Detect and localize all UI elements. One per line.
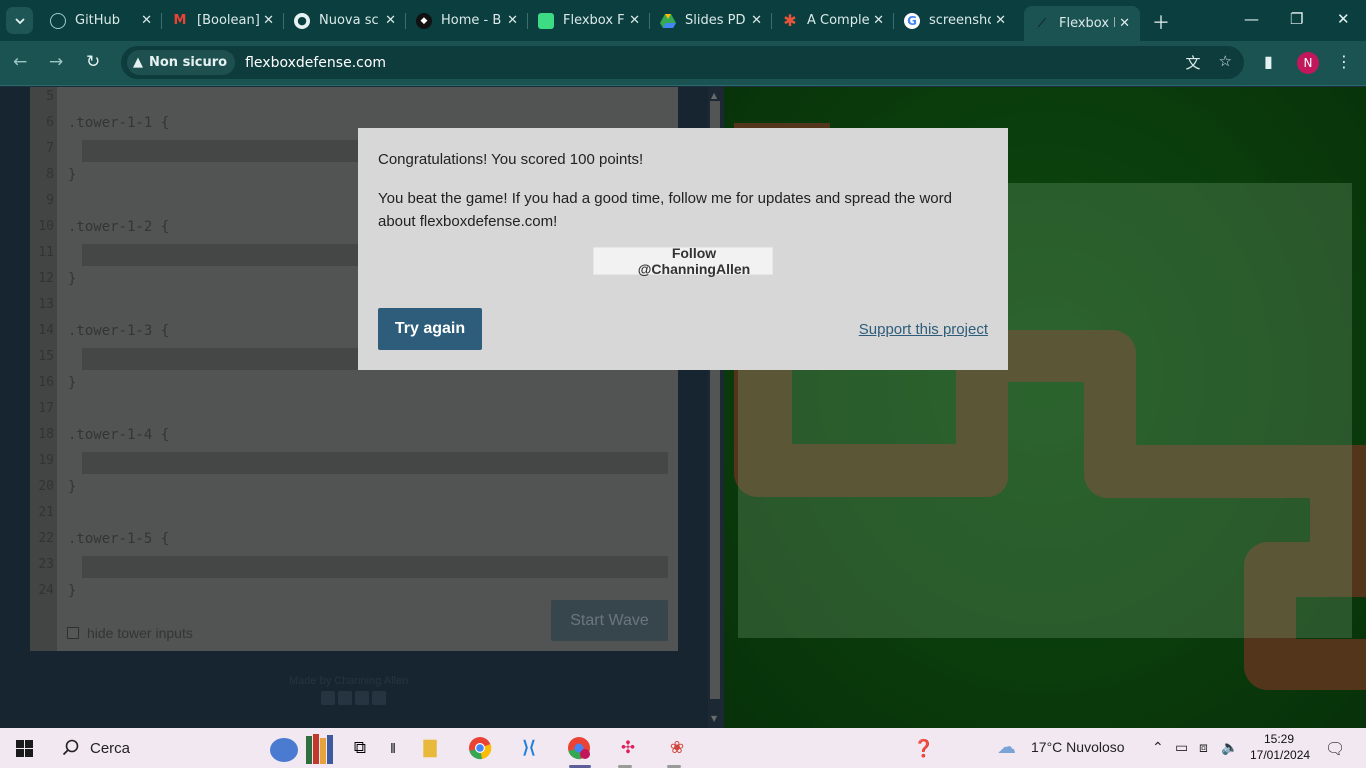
clock-time: 15:29 [1263, 732, 1295, 746]
clock-date: 17/01/2024 [1250, 748, 1311, 762]
game-over-dialog: Congratulations! You scored 100 points! … [358, 128, 1008, 370]
close-icon[interactable]: ✕ [141, 13, 152, 28]
google-drive-icon [660, 13, 676, 29]
try-again-button[interactable]: Try again [378, 308, 482, 350]
follow-twitter-button[interactable]: Follow @ChanningAllen [593, 245, 773, 277]
windows-taskbar: Cerca ⧉ ‖ ▇ ⟩⟨ ✣ ❀ ❓ ☁ 17°C Nuvoloso ⌃ ▭… [0, 728, 1366, 768]
browser-toolbar: ← → ↻ ▲ Non sicuro flexboxdefense.com 文 … [0, 41, 1366, 86]
show-hidden-icons-chevron-icon[interactable]: ⌃ [1152, 739, 1164, 756]
windows-start-icon[interactable] [16, 740, 33, 757]
translate-icon[interactable]: 文 [1186, 52, 1201, 73]
new-tab-button[interactable]: ＋ [1152, 9, 1170, 35]
restore-button[interactable]: ❐ [1290, 10, 1303, 28]
address-bar[interactable]: ▲ Non sicuro flexboxdefense.com 文 ☆ [121, 46, 1244, 79]
security-label: Non sicuro [149, 55, 228, 70]
close-icon[interactable]: ✕ [629, 13, 640, 28]
gmail-icon: M [173, 13, 187, 28]
close-icon[interactable]: ✕ [1119, 16, 1130, 31]
github-icon [50, 12, 66, 29]
weather-text[interactable]: 17°C Nuvoloso [1031, 739, 1125, 755]
reload-button[interactable]: ↻ [86, 52, 100, 72]
books-illustration-icon [270, 734, 333, 764]
menu-kebab-icon[interactable]: ⋮ [1336, 52, 1352, 71]
task-view-icon[interactable]: ⧉ [347, 735, 373, 761]
chrome-taskbar-icon[interactable] [467, 735, 493, 761]
tab-title: Flexbox F [563, 13, 625, 28]
chrome-profile-taskbar-icon[interactable] [566, 735, 592, 761]
url-text[interactable]: flexboxdefense.com [245, 55, 386, 71]
app-launcher-icon[interactable]: ❀ [664, 735, 690, 761]
google-icon: G [904, 12, 920, 29]
close-window-button[interactable]: ✕ [1337, 10, 1350, 28]
file-explorer-icon[interactable]: ▇ [417, 735, 443, 761]
tab-title: Nuova sc [319, 13, 379, 28]
bookmark-star-icon[interactable]: ☆ [1219, 52, 1232, 73]
tab-title: [Boolean] [197, 13, 259, 28]
tab-home-boolean[interactable]: ◆ Home - B ✕ [406, 6, 528, 35]
tab-nuova-scheda[interactable]: ● Nuova sc ✕ [284, 6, 406, 35]
tab-title: A Comple [807, 13, 869, 28]
slack-icon[interactable]: ✣ [615, 735, 641, 761]
search-icon [62, 739, 79, 756]
back-button[interactable]: ← [13, 52, 27, 72]
tab-a-complete[interactable]: ✱ A Comple ✕ [772, 6, 894, 35]
tab-screenshot-search[interactable]: G screensho ✕ [894, 6, 1016, 35]
support-project-link[interactable]: Support this project [859, 321, 988, 338]
minimize-button[interactable]: — [1244, 10, 1259, 28]
close-icon[interactable]: ✕ [995, 13, 1006, 28]
chrome-icon: ● [294, 12, 310, 29]
close-icon[interactable]: ✕ [385, 13, 396, 28]
side-panel-icon[interactable]: ▮ [1264, 52, 1273, 71]
tab-strip: GitHub ✕ M [Boolean] ✕ ● Nuova sc ✕ ◆ Ho… [0, 0, 1366, 41]
vscode-icon[interactable]: ⟩⟨ [516, 735, 542, 761]
tab-title: GitHub [75, 13, 121, 28]
score-message: Congratulations! You scored 100 points! [378, 151, 644, 168]
network-icon[interactable]: ⧈ [1199, 739, 1208, 756]
tab-boolean-mail[interactable]: M [Boolean] ✕ [162, 6, 284, 35]
asterisk-icon: ✱ [783, 11, 797, 30]
battery-icon[interactable]: ▭ [1175, 739, 1188, 756]
widgets-divider-icon[interactable]: ‖ [380, 735, 406, 761]
win-message: You beat the game! If you had a good tim… [378, 190, 952, 230]
tab-github[interactable]: GitHub ✕ [40, 6, 162, 35]
cloud-weather-icon: ☁ [997, 737, 1016, 758]
flexbox-defense-icon: ⟋ [1037, 16, 1047, 30]
profile-avatar[interactable]: N [1297, 52, 1319, 74]
tab-title: Slides PD [685, 13, 746, 28]
notifications-icon[interactable]: 🗨 [1325, 739, 1345, 759]
close-icon[interactable]: ✕ [751, 13, 762, 28]
tab-title: Flexbox D [1059, 16, 1115, 31]
close-icon[interactable]: ✕ [873, 13, 884, 28]
close-icon[interactable]: ✕ [507, 13, 518, 28]
search-placeholder: Cerca [90, 739, 131, 757]
volume-icon[interactable]: 🔈 [1221, 739, 1238, 756]
system-clock[interactable]: 15:29 17/01/2024 [1250, 731, 1311, 763]
tab-flexbox-froggy[interactable]: Flexbox F ✕ [528, 6, 650, 35]
site-info-chip[interactable]: ▲ Non sicuro [127, 50, 236, 75]
help-icon[interactable]: ❓ [913, 739, 934, 759]
tab-slides-pdf[interactable]: Slides PD ✕ [650, 6, 772, 35]
warning-icon: ▲ [133, 55, 143, 70]
tab-search-button[interactable] [6, 7, 33, 34]
android-icon [538, 12, 554, 29]
boolean-icon: ◆ [416, 12, 432, 29]
chevron-down-icon [14, 17, 25, 24]
close-icon[interactable]: ✕ [263, 13, 274, 28]
tab-title: Home - B [441, 13, 502, 28]
tab-flexbox-defense[interactable]: ⟋ Flexbox D ✕ [1024, 6, 1140, 41]
forward-button[interactable]: → [49, 52, 63, 72]
tab-title: screensho [929, 13, 991, 28]
